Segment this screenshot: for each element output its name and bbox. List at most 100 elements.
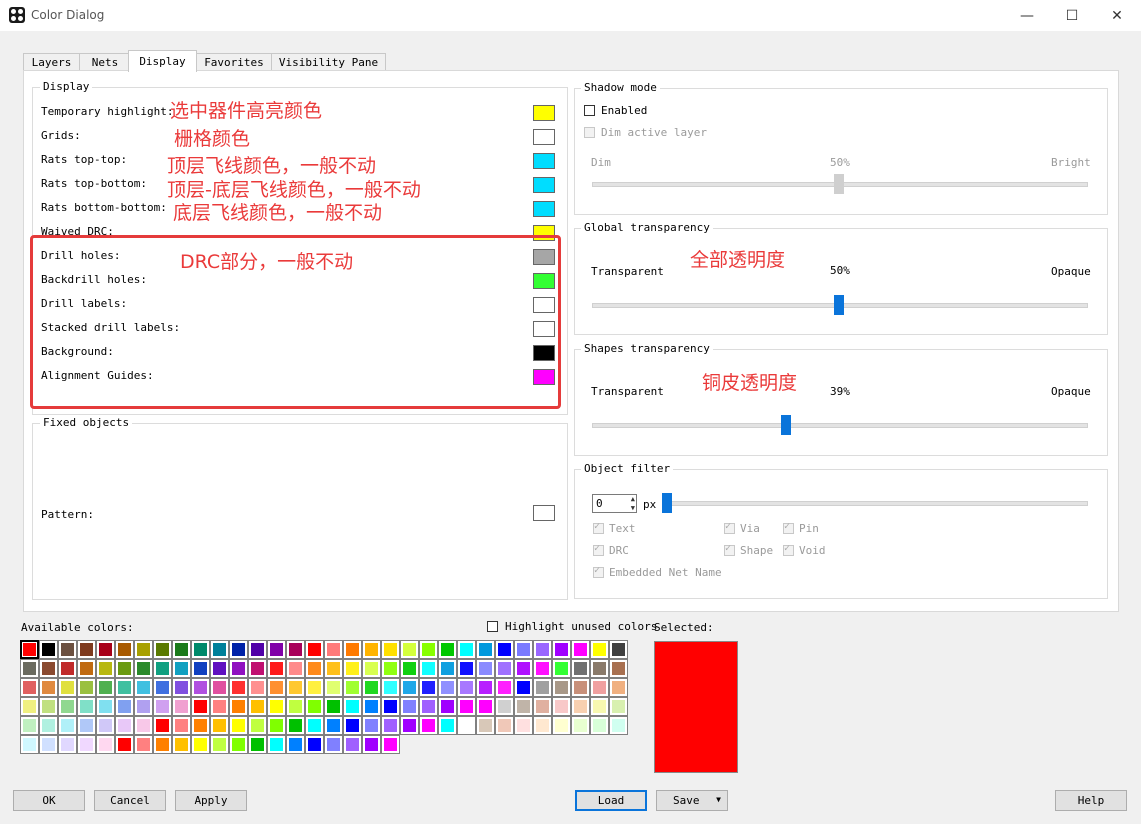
- object-filter-slider-thumb[interactable]: [662, 493, 672, 513]
- palette-color-cell[interactable]: [609, 716, 628, 735]
- palette-color-cell[interactable]: [267, 678, 286, 697]
- palette-color-cell[interactable]: [324, 697, 343, 716]
- palette-color-cell[interactable]: [39, 640, 58, 659]
- palette-color-cell[interactable]: [77, 678, 96, 697]
- palette-color-cell[interactable]: [172, 640, 191, 659]
- palette-color-cell[interactable]: [324, 659, 343, 678]
- filter-pin-checkbox[interactable]: [783, 521, 794, 534]
- palette-color-cell[interactable]: [476, 640, 495, 659]
- palette-color-cell[interactable]: [457, 678, 476, 697]
- palette-color-cell[interactable]: [552, 697, 571, 716]
- palette-color-cell[interactable]: [229, 640, 248, 659]
- palette-color-cell[interactable]: [115, 716, 134, 735]
- palette-color-cell[interactable]: [343, 678, 362, 697]
- palette-color-cell[interactable]: [20, 735, 39, 754]
- palette-color-cell[interactable]: [172, 659, 191, 678]
- palette-color-cell[interactable]: [77, 640, 96, 659]
- palette-color-cell[interactable]: [552, 678, 571, 697]
- tab-visibility-pane[interactable]: Visibility Pane: [271, 53, 386, 71]
- palette-color-cell[interactable]: [381, 697, 400, 716]
- palette-color-cell[interactable]: [134, 678, 153, 697]
- palette-color-cell[interactable]: [286, 640, 305, 659]
- palette-color-cell[interactable]: [324, 716, 343, 735]
- palette-color-cell[interactable]: [191, 735, 210, 754]
- palette-color-cell[interactable]: [115, 697, 134, 716]
- palette-color-cell[interactable]: [153, 716, 172, 735]
- palette-color-cell[interactable]: [381, 716, 400, 735]
- palette-color-cell[interactable]: [609, 697, 628, 716]
- filter-void-checkbox[interactable]: [783, 543, 794, 556]
- palette-color-cell[interactable]: [400, 659, 419, 678]
- palette-color-cell[interactable]: [533, 697, 552, 716]
- palette-color-cell[interactable]: [96, 678, 115, 697]
- palette-color-cell[interactable]: [571, 678, 590, 697]
- ok-button[interactable]: OK: [13, 790, 85, 811]
- palette-color-cell[interactable]: [286, 678, 305, 697]
- palette-color-cell[interactable]: [96, 697, 115, 716]
- palette-color-cell[interactable]: [590, 640, 609, 659]
- palette-color-cell[interactable]: [476, 678, 495, 697]
- palette-color-cell[interactable]: [58, 659, 77, 678]
- filter-shape-checkbox[interactable]: [724, 543, 735, 556]
- load-button[interactable]: Load: [575, 790, 647, 811]
- palette-color-cell[interactable]: [267, 697, 286, 716]
- palette-color-cell[interactable]: [305, 640, 324, 659]
- palette-color-cell[interactable]: [343, 716, 362, 735]
- palette-color-cell[interactable]: [248, 640, 267, 659]
- palette-color-cell[interactable]: [552, 659, 571, 678]
- palette-color-cell[interactable]: [191, 640, 210, 659]
- palette-color-cell[interactable]: [609, 659, 628, 678]
- object-filter-spinbox[interactable]: 0 ▲ ▼: [592, 494, 637, 513]
- palette-color-cell[interactable]: [609, 678, 628, 697]
- palette-color-cell[interactable]: [191, 659, 210, 678]
- dim-active-layer-checkbox[interactable]: [584, 127, 595, 138]
- palette-color-cell[interactable]: [381, 678, 400, 697]
- palette-color-cell[interactable]: [58, 716, 77, 735]
- palette-color-cell[interactable]: [514, 678, 533, 697]
- palette-color-cell[interactable]: [115, 678, 134, 697]
- palette-color-cell[interactable]: [495, 716, 514, 735]
- palette-color-cell[interactable]: [533, 678, 552, 697]
- palette-color-cell[interactable]: [286, 659, 305, 678]
- palette-color-cell[interactable]: [96, 716, 115, 735]
- palette-color-cell[interactable]: [191, 678, 210, 697]
- palette-color-cell[interactable]: [343, 640, 362, 659]
- palette-color-cell[interactable]: [134, 735, 153, 754]
- maximize-icon[interactable]: ☐: [1049, 0, 1095, 31]
- palette-color-cell[interactable]: [514, 716, 533, 735]
- palette-color-cell[interactable]: [400, 716, 419, 735]
- palette-color-cell[interactable]: [248, 735, 267, 754]
- palette-color-cell[interactable]: [571, 697, 590, 716]
- palette-color-cell[interactable]: [495, 678, 514, 697]
- minimize-icon[interactable]: —: [1004, 0, 1050, 31]
- palette-color-cell[interactable]: [438, 640, 457, 659]
- palette-color-cell[interactable]: [476, 697, 495, 716]
- save-dropdown-icon[interactable]: ▼: [716, 795, 721, 804]
- palette-color-cell[interactable]: [210, 678, 229, 697]
- palette-color-cell[interactable]: [381, 659, 400, 678]
- display-row-swatch[interactable]: [533, 177, 555, 193]
- palette-color-cell[interactable]: [20, 716, 39, 735]
- palette-color-cell[interactable]: [134, 640, 153, 659]
- display-row-swatch[interactable]: [533, 201, 555, 217]
- palette-color-cell[interactable]: [115, 659, 134, 678]
- save-button[interactable]: Save ▼: [656, 790, 728, 811]
- tab-layers[interactable]: Layers: [23, 53, 80, 71]
- palette-color-cell[interactable]: [39, 716, 58, 735]
- palette-color-cell[interactable]: [476, 659, 495, 678]
- palette-color-cell[interactable]: [191, 697, 210, 716]
- palette-color-cell[interactable]: [476, 716, 495, 735]
- tab-nets[interactable]: Nets: [79, 53, 131, 71]
- palette-color-cell[interactable]: [96, 659, 115, 678]
- palette-color-cell[interactable]: [362, 697, 381, 716]
- palette-color-cell[interactable]: [210, 640, 229, 659]
- palette-color-cell[interactable]: [229, 735, 248, 754]
- palette-color-cell[interactable]: [533, 659, 552, 678]
- shapes-slider-thumb[interactable]: [781, 415, 791, 435]
- palette-color-cell[interactable]: [58, 697, 77, 716]
- palette-color-cell[interactable]: [96, 735, 115, 754]
- palette-color-cell[interactable]: [400, 678, 419, 697]
- palette-color-cell[interactable]: [210, 716, 229, 735]
- palette-color-cell[interactable]: [39, 697, 58, 716]
- palette-color-cell[interactable]: [191, 716, 210, 735]
